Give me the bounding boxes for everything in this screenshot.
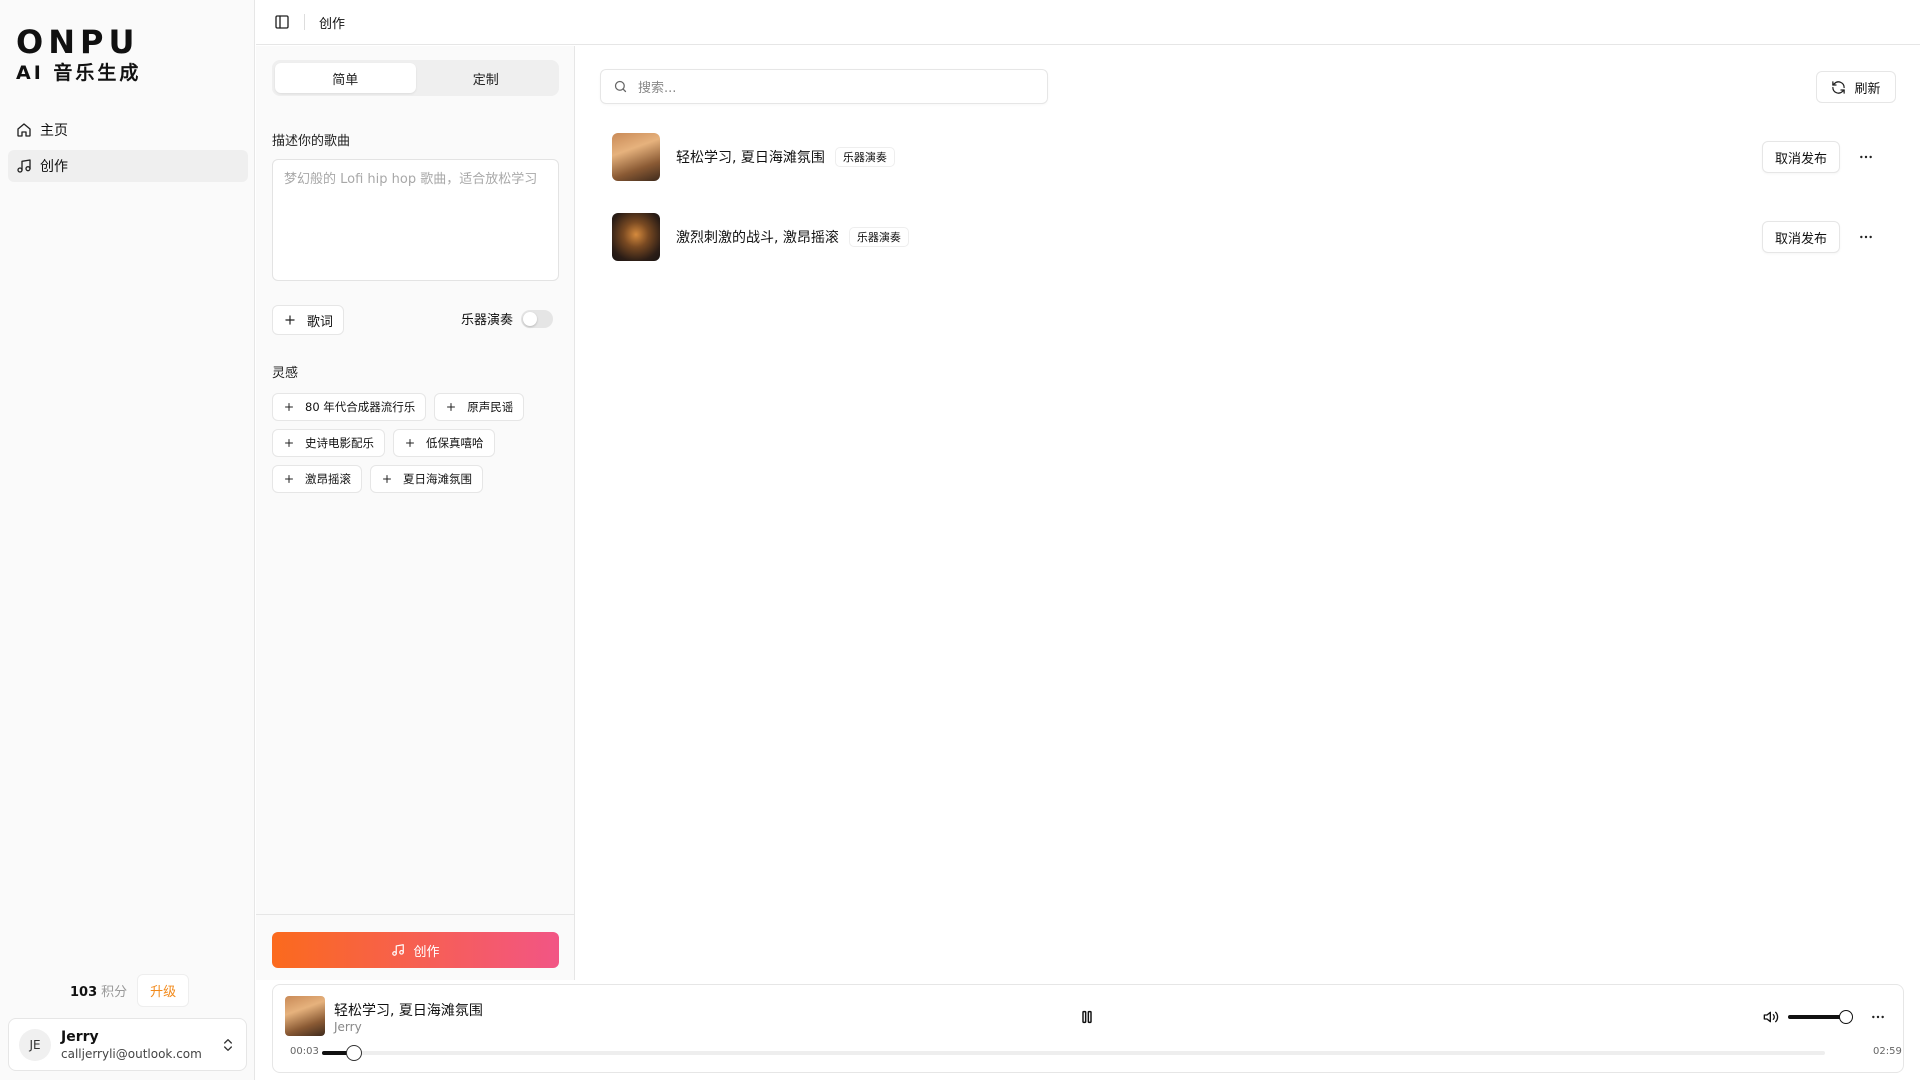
- sidebar-nav: 主页 创作: [8, 114, 248, 186]
- instrumental-label: 乐器演奏: [461, 313, 514, 328]
- plus-icon: [381, 473, 393, 485]
- top-bar: 创作: [256, 0, 1920, 45]
- add-lyrics-button[interactable]: 歌词: [272, 305, 345, 335]
- upgrade-button[interactable]: 升级: [137, 974, 190, 1007]
- pause-icon[interactable]: [1079, 1009, 1095, 1025]
- sidebar-item-label: 主页: [40, 123, 68, 139]
- mode-tabs: 简单 定制: [272, 60, 559, 96]
- logo[interactable]: ONPU AI 音乐生成: [16, 24, 141, 86]
- refresh-icon: [1831, 80, 1846, 95]
- sidebar: ONPU AI 音乐生成 主页 创作 103 积分 升级 JE Jerry cal…: [0, 0, 255, 1080]
- song-row[interactable]: 轻松学习, 夏日海滩氛围 乐器演奏 取消发布: [612, 133, 1890, 181]
- refresh-label: 刷新: [1854, 81, 1881, 97]
- inspiration-chip[interactable]: 80 年代合成器流行乐: [272, 393, 427, 421]
- player-artist: Jerry: [334, 1020, 362, 1034]
- more-horizontal-icon: [1858, 229, 1874, 245]
- chip-label: 低保真嘻哈: [426, 436, 484, 450]
- progress-thumb[interactable]: [346, 1045, 362, 1061]
- logo-title: ONPU: [16, 23, 140, 61]
- instrumental-toggle[interactable]: [521, 309, 554, 328]
- music-note-icon: [391, 943, 405, 957]
- inspiration-label: 灵感: [272, 366, 299, 381]
- create-button[interactable]: 创作: [272, 932, 559, 968]
- sidebar-toggle-icon[interactable]: [274, 14, 290, 30]
- plus-icon: [283, 437, 295, 449]
- plus-icon: [283, 473, 295, 485]
- search-icon: [613, 79, 628, 94]
- player-song-title: 轻松学习, 夏日海滩氛围: [334, 1003, 483, 1019]
- instrumental-toggle-group: 乐器演奏: [461, 309, 554, 328]
- unpublish-button[interactable]: 取消发布: [1761, 221, 1840, 253]
- avatar: JE: [19, 1028, 51, 1061]
- song-tag: 乐器演奏: [848, 227, 909, 247]
- describe-label: 描述你的歌曲: [272, 134, 351, 149]
- inspiration-chip[interactable]: 史诗电影配乐: [272, 429, 385, 457]
- song-title[interactable]: 轻松学习, 夏日海滩氛围: [676, 147, 825, 167]
- logo-subtitle: AI 音乐生成: [16, 62, 142, 84]
- song-tag: 乐器演奏: [834, 147, 895, 167]
- volume-icon[interactable]: [1763, 1009, 1779, 1025]
- search-placeholder: 搜索...: [638, 81, 677, 96]
- search-input[interactable]: 搜索...: [600, 69, 1048, 104]
- divider: [304, 14, 305, 30]
- song-description-input[interactable]: 梦幻般的 Lofi hip hop 歌曲，适合放松学习: [272, 159, 559, 281]
- plus-icon: [283, 313, 297, 327]
- unpublish-button[interactable]: 取消发布: [1761, 141, 1840, 173]
- user-menu[interactable]: JE Jerry calljerryli@outlook.com: [8, 1018, 247, 1071]
- add-lyrics-label: 歌词: [307, 314, 334, 330]
- divider: [256, 914, 574, 915]
- inspiration-chip[interactable]: 低保真嘻哈: [393, 429, 495, 457]
- sidebar-item-create[interactable]: 创作: [8, 150, 248, 182]
- inspiration-chip[interactable]: 激昂摇滚: [272, 465, 362, 493]
- chip-label: 夏日海滩氛围: [403, 472, 472, 486]
- plus-icon: [445, 401, 457, 413]
- sidebar-item-home[interactable]: 主页: [8, 114, 248, 146]
- chip-label: 80 年代合成器流行乐: [305, 400, 416, 414]
- song-row[interactable]: 激烈刺激的战斗, 激昂摇滚 乐器演奏 取消发布: [612, 213, 1890, 261]
- inspiration-chip[interactable]: 夏日海滩氛围: [370, 465, 483, 493]
- more-horizontal-icon: [1858, 149, 1874, 165]
- user-email: calljerryli@outlook.com: [61, 1046, 202, 1061]
- player-cover-image[interactable]: [285, 996, 325, 1036]
- total-time: 02:59: [1873, 1046, 1902, 1057]
- chip-label: 史诗电影配乐: [305, 436, 374, 450]
- song-cover-image[interactable]: [612, 133, 660, 181]
- chevrons-up-down-icon: [220, 1037, 236, 1053]
- breadcrumb: 创作: [319, 16, 346, 32]
- tab-custom[interactable]: 定制: [416, 63, 557, 93]
- chip-label: 原声民谣: [467, 400, 514, 414]
- song-cover-image[interactable]: [612, 213, 660, 261]
- sidebar-item-label: 创作: [40, 159, 68, 175]
- music-note-icon: [16, 158, 32, 174]
- user-name: Jerry: [61, 1028, 99, 1045]
- credits-bar: 103 积分 升级: [70, 974, 190, 1007]
- audio-player: 轻松学习, 夏日海滩氛围 Jerry 00:03 02:59: [272, 984, 1904, 1073]
- refresh-button[interactable]: 刷新: [1816, 71, 1896, 103]
- current-time: 00:03: [290, 1046, 319, 1057]
- more-options-button[interactable]: [1850, 221, 1882, 253]
- chip-label: 激昂摇滚: [305, 472, 351, 486]
- progress-bar[interactable]: [322, 1051, 1825, 1055]
- plus-icon: [404, 437, 416, 449]
- home-icon: [16, 122, 32, 138]
- more-options-button[interactable]: [1850, 141, 1882, 173]
- more-horizontal-icon[interactable]: [1870, 1009, 1886, 1025]
- volume-slider-thumb[interactable]: [1839, 1010, 1853, 1024]
- tab-simple[interactable]: 简单: [275, 63, 416, 93]
- create-panel: 简单 定制 描述你的歌曲 梦幻般的 Lofi hip hop 歌曲，适合放松学习…: [256, 46, 575, 980]
- plus-icon: [283, 401, 295, 413]
- inspiration-chips: 80 年代合成器流行乐 原声民谣 史诗电影配乐 低保真嘻哈 激昂摇滚 夏日海滩氛…: [272, 393, 562, 501]
- song-title[interactable]: 激烈刺激的战斗, 激昂摇滚: [676, 227, 839, 247]
- create-button-label: 创作: [413, 944, 440, 960]
- credits-count: 103 积分: [70, 985, 128, 1000]
- inspiration-chip[interactable]: 原声民谣: [434, 393, 525, 421]
